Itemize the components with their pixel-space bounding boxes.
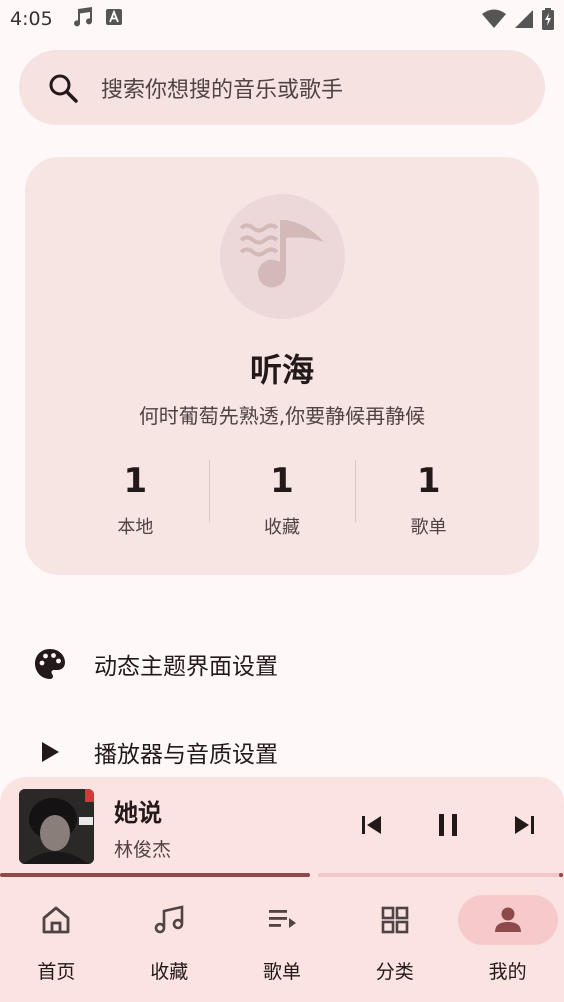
stat-value: 1 [123,461,148,501]
stat-label: 歌单 [410,517,447,538]
nav-item-playlists[interactable]: 歌单 [226,879,339,1002]
nav-item-mine[interactable]: 我的 [451,879,564,1002]
skip-previous-icon[interactable] [354,807,390,843]
profile-motto: 何时葡萄先熟透,你要静候再静候 [138,404,426,428]
profile-stats: 1 本地 1 收藏 1 歌单 [62,455,502,538]
grid-icon [345,895,445,945]
home-icon [6,895,106,945]
nav-label: 首页 [37,961,76,983]
stat-local[interactable]: 1 本地 [62,455,209,538]
wifi-icon [482,9,506,33]
signal-icon [514,9,534,33]
keyboard-notification-icon [105,8,123,30]
status-bar: 4:05 [0,0,564,38]
stat-label: 本地 [117,517,154,538]
status-time: 4:05 [10,8,53,30]
progress-end-dot [559,873,563,877]
music-notes-icon [119,895,219,945]
progress-fill [0,873,310,877]
stat-label: 收藏 [264,517,300,538]
menu-label: 播放器与音质设置 [94,742,278,768]
playback-progress[interactable] [0,873,564,877]
avatar[interactable] [220,194,345,319]
menu-item-theme-settings[interactable]: 动态主题界面设置 [0,624,564,704]
nav-label: 分类 [375,961,414,983]
person-icon [457,895,558,945]
stat-favorites[interactable]: 1 收藏 [208,455,356,538]
progress-remaining [318,873,564,877]
menu-label: 动态主题界面设置 [94,654,278,680]
nav-item-favorites[interactable]: 收藏 [113,879,226,1002]
palette-icon [32,646,68,682]
search-icon [47,72,79,104]
nav-label: 我的 [488,961,527,983]
album-art[interactable] [19,789,94,864]
search-bar[interactable]: 搜索你想搜的音乐或歌手 [19,50,545,125]
mini-player[interactable]: 她说 林俊杰 [0,777,564,879]
nav-label: 收藏 [150,961,189,983]
track-title: 她说 [114,799,162,827]
skip-next-icon[interactable] [506,807,542,843]
battery-icon [542,8,554,34]
profile-card: 听海 何时葡萄先熟透,你要静候再静候 1 本地 1 收藏 1 歌单 [25,157,539,575]
nav-item-categories[interactable]: 分类 [338,879,451,1002]
pause-icon[interactable] [430,807,466,843]
bottom-nav: 首页 收藏 歌单 分类 我的 [0,879,564,1002]
playlist-icon [232,895,332,945]
nav-label: 歌单 [262,961,301,983]
play-icon [32,734,68,770]
track-artist: 林俊杰 [114,839,172,861]
stat-value: 1 [416,461,441,501]
search-input[interactable]: 搜索你想搜的音乐或歌手 [101,72,343,104]
stat-playlists[interactable]: 1 歌单 [355,455,502,538]
profile-name: 听海 [249,351,314,389]
music-notification-icon [71,6,95,32]
stat-value: 1 [270,461,294,501]
music-avatar-icon [239,219,324,287]
nav-item-home[interactable]: 首页 [0,879,113,1002]
